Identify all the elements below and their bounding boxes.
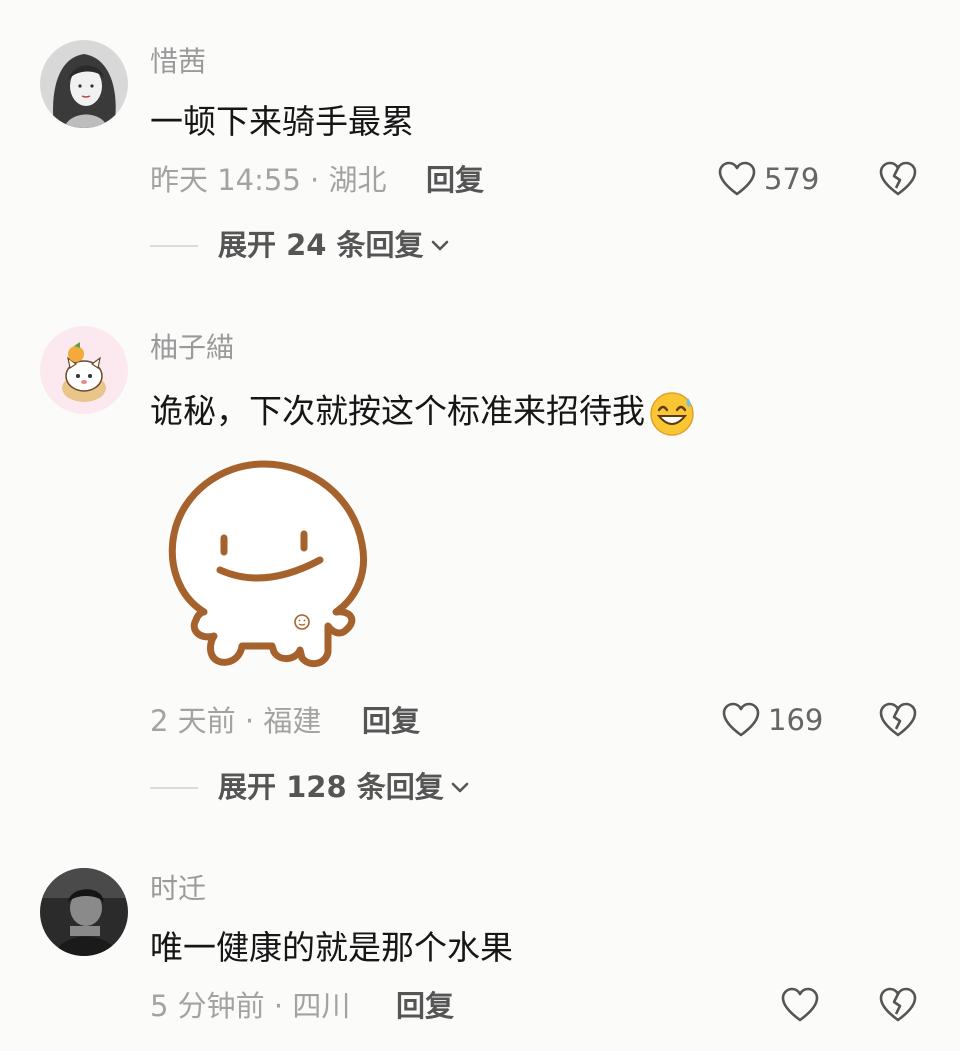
- heart-outline-icon: [718, 161, 756, 196]
- expand-replies[interactable]: 展开 128 条回复: [150, 773, 470, 802]
- grinning-sweat-emoji-icon: [650, 392, 694, 436]
- chevron-down-icon: [431, 240, 448, 250]
- avatar[interactable]: [40, 326, 128, 414]
- dislike-button[interactable]: [879, 702, 917, 742]
- divider: [150, 244, 198, 247]
- expand-replies-label: 展开 128 条回复: [218, 770, 444, 804]
- comment-meta: 昨天 14:55 · 湖北: [150, 163, 387, 197]
- comment-username[interactable]: 柚子緢: [150, 334, 234, 362]
- dislike-button[interactable]: [879, 987, 917, 1027]
- dislike-button[interactable]: [879, 161, 917, 201]
- heart-outline-icon: [722, 702, 760, 737]
- broken-heart-icon: [879, 161, 917, 196]
- smiling-doodle-sticker[interactable]: [150, 446, 390, 690]
- reply-button[interactable]: 回复: [426, 166, 484, 195]
- dark-photo-avatar-icon: [40, 868, 128, 956]
- chevron-down-icon: [451, 782, 469, 792]
- comment-username[interactable]: 时迁: [150, 875, 206, 903]
- comment-text: 一顿下来骑手最累: [150, 102, 414, 141]
- comment-meta: 2 天前 · 福建: [150, 704, 322, 738]
- like-count: 579: [764, 161, 820, 196]
- comment-text: 唯一健康的就是那个水果: [150, 928, 513, 967]
- like-button[interactable]: 579: [718, 161, 819, 197]
- broken-heart-icon: [879, 702, 917, 737]
- avatar[interactable]: [40, 40, 128, 128]
- avatar[interactable]: [40, 868, 128, 956]
- like-button[interactable]: 169: [722, 702, 823, 738]
- smiling-doodle-icon: [168, 460, 368, 668]
- like-button[interactable]: [781, 987, 819, 1023]
- reply-button[interactable]: 回复: [396, 992, 454, 1021]
- like-count: 169: [768, 702, 824, 737]
- comment-text-content: 诡秘，下次就按这个标准来招待我: [150, 391, 645, 431]
- reply-button[interactable]: 回复: [362, 707, 420, 736]
- divider: [150, 786, 198, 789]
- comment-meta: 5 分钟前 · 四川: [150, 989, 351, 1023]
- girl-portrait-avatar-icon: [40, 40, 128, 128]
- expand-replies[interactable]: 展开 24 条回复: [150, 231, 450, 260]
- expand-replies-label: 展开 24 条回复: [218, 228, 424, 262]
- cat-with-orange-avatar-icon: [40, 326, 128, 414]
- heart-outline-icon: [781, 987, 819, 1022]
- comment-username[interactable]: 惜茜: [150, 48, 206, 76]
- broken-heart-icon: [879, 987, 917, 1022]
- comment-text: 诡秘，下次就按这个标准来招待我: [150, 390, 697, 436]
